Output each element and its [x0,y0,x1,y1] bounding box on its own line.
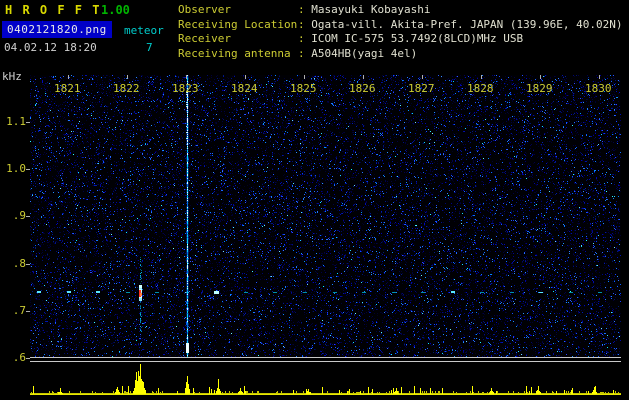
info-label: Receiving antenna [178,46,291,60]
freq-tick-label: .9 [12,209,26,222]
info-value: A504HB(yagi 4el) [311,46,418,60]
info-value: Ogata-vill. Akita-Pref. JAPAN (139.96E, … [311,17,623,31]
freq-tick-label: .6 [12,351,26,364]
khz-axis-label: kHz [2,70,22,83]
info-row: Receiving antenna: A504HB(yagi 4el) [178,47,623,62]
info-label: Receiving Location [178,17,298,31]
freq-tick-label: .7 [12,304,26,317]
info-row: Observer: Masayuki Kobayashi [178,3,623,18]
info-label: Observer [178,3,231,16]
info-value: Masayuki Kobayashi [311,3,431,16]
freq-tick-label: 1.0 [6,162,26,175]
freq-tick-label: .8 [12,257,26,270]
info-label: Receiver [178,32,231,45]
datetime-text: 04.02.12 18:20 [4,41,97,54]
freq-tick-mark [26,358,30,359]
info-row: Receiving Location: Ogata-vill. Akita-Pr… [178,18,623,33]
filename-badge: 0402121820.png [2,21,112,38]
station-info: Observer: Masayuki Kobayashi Receiving Lo… [178,3,623,61]
info-colon: : [298,32,312,45]
app-version: 1.00 [101,3,130,17]
meteor-count-label: meteor [124,24,164,37]
info-colon: : [298,46,312,60]
info-value: ICOM IC-575 53.7492(8LCD)MHz USB [311,32,524,45]
info-colon: : [298,3,312,16]
spectrogram-canvas [30,75,621,357]
meteor-count-value: 7 [146,41,153,54]
hrofft-output-image: H R O F F T 1.00 0402121820.png meteor 0… [0,0,629,400]
amplitude-strip-canvas [30,363,621,396]
info-colon: : [298,17,312,31]
separator-line-bottom [30,361,621,362]
info-row: Receiver: ICOM IC-575 53.7492(8LCD)MHz U… [178,32,623,47]
freq-tick-label: 1.1 [6,115,26,128]
app-title: H R O F F T [5,3,101,17]
separator-line-top [30,357,621,358]
